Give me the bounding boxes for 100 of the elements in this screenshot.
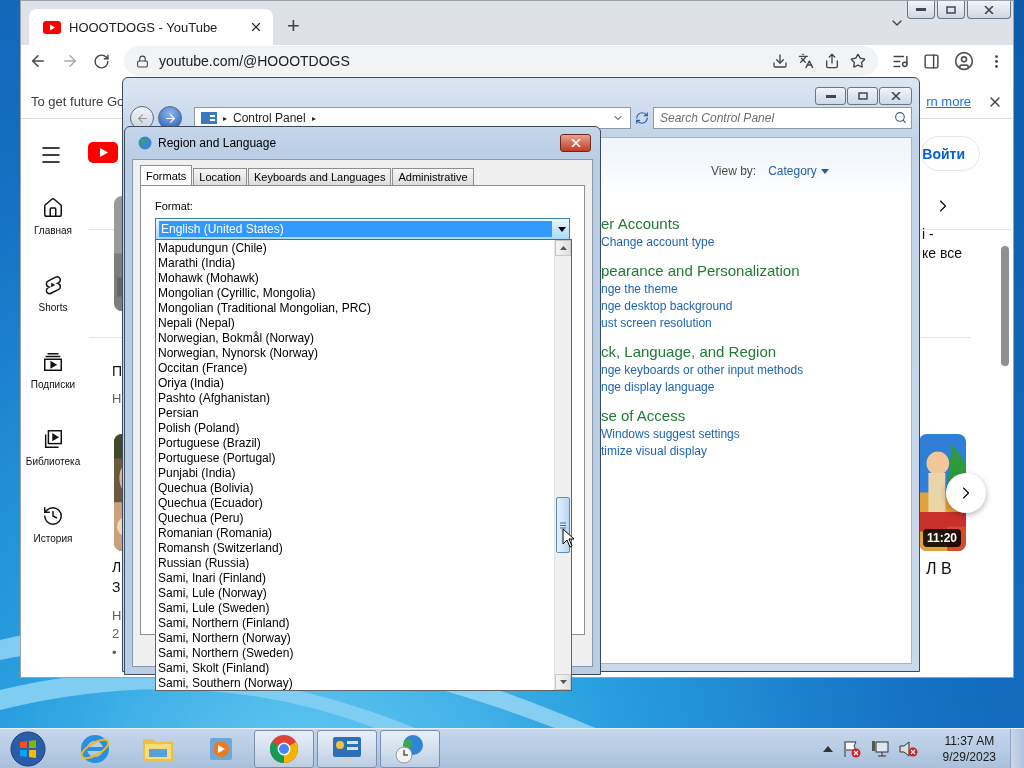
category-heading[interactable]: ck, Language, and Region bbox=[601, 342, 911, 362]
sidebar-item[interactable]: Главная bbox=[33, 197, 73, 236]
close-button[interactable] bbox=[879, 87, 912, 105]
address-bar[interactable]: youtube.com/@HOOOTDOGS bbox=[124, 46, 878, 76]
list-option[interactable]: Sami, Northern (Sweden) bbox=[158, 646, 552, 661]
side-panel-icon[interactable] bbox=[923, 52, 940, 70]
video-title: П bbox=[112, 363, 123, 379]
sidebar-item[interactable]: Подписки bbox=[30, 351, 76, 390]
translate-icon[interactable] bbox=[798, 53, 814, 69]
tab[interactable]: Formats bbox=[140, 165, 193, 185]
share-icon[interactable] bbox=[824, 53, 840, 69]
video-meta: 2 bbox=[112, 626, 120, 641]
list-option[interactable]: Mohawk (Mohawk) bbox=[158, 271, 552, 286]
tab[interactable]: Location bbox=[193, 168, 247, 185]
new-tab-button[interactable]: + bbox=[283, 13, 304, 39]
sidebar-item[interactable]: Библиотека bbox=[25, 428, 81, 467]
list-option[interactable]: Quechua (Peru) bbox=[158, 511, 552, 526]
taskbar-app[interactable] bbox=[317, 729, 377, 768]
breadcrumb-arrow[interactable]: ▸ bbox=[311, 113, 316, 123]
task-link[interactable]: nge keyboards or other input methods bbox=[601, 362, 911, 379]
close-icon[interactable] bbox=[249, 20, 263, 34]
list-option[interactable]: Sami, Lule (Sweden) bbox=[158, 601, 552, 616]
minimize-button[interactable] bbox=[815, 87, 846, 105]
home-icon bbox=[42, 197, 64, 219]
address-bar[interactable]: ▸ Control Panel ▸ bbox=[194, 107, 631, 129]
clock[interactable]: 11:37 AM 9/29/2023 bbox=[942, 732, 996, 765]
bookmark-star-icon[interactable] bbox=[850, 53, 866, 69]
breadcrumb-item[interactable]: Control Panel bbox=[233, 111, 306, 125]
minimize-button[interactable] bbox=[907, 1, 935, 19]
category-heading[interactable]: se of Access bbox=[601, 406, 911, 426]
install-icon[interactable] bbox=[772, 53, 788, 69]
task-link[interactable]: ust screen resolution bbox=[601, 315, 911, 332]
list-option[interactable]: Quechua (Bolivia) bbox=[158, 481, 552, 496]
task-link[interactable]: nge the theme bbox=[601, 281, 911, 298]
task-link[interactable]: Windows suggest settings bbox=[601, 426, 911, 443]
breadcrumb-arrow[interactable]: ▸ bbox=[223, 113, 227, 123]
youtube-logo-icon[interactable] bbox=[88, 142, 118, 163]
taskbar-app[interactable] bbox=[254, 729, 314, 768]
youtube-favicon-icon bbox=[43, 20, 61, 34]
library-icon bbox=[42, 428, 64, 450]
browser-tab[interactable]: HOOOTDOGS - YouTube bbox=[29, 9, 273, 45]
start-button[interactable] bbox=[8, 729, 48, 768]
list-option[interactable]: Norwegian, Nynorsk (Norway) bbox=[158, 346, 552, 361]
list-option[interactable]: Sami, Skolt (Finland) bbox=[158, 661, 552, 676]
volume-muted-icon[interactable] bbox=[898, 739, 919, 758]
view-by-dropdown[interactable]: Category bbox=[768, 164, 829, 178]
list-option[interactable]: Russian (Russia) bbox=[158, 556, 552, 571]
tab[interactable]: Keyboards and Languages bbox=[247, 168, 392, 185]
list-option[interactable]: Sami, Southern (Norway) bbox=[158, 676, 552, 691]
list-option[interactable]: Portuguese (Portugal) bbox=[158, 451, 552, 466]
minimize-icon bbox=[825, 94, 836, 98]
category-heading[interactable]: pearance and Personalization bbox=[601, 261, 911, 281]
close-icon bbox=[984, 5, 994, 14]
back-icon[interactable] bbox=[29, 52, 47, 70]
search-field[interactable]: Search Control Panel bbox=[653, 107, 912, 129]
list-option[interactable]: Sami, Northern (Norway) bbox=[158, 631, 552, 646]
tab[interactable]: Administrative bbox=[392, 168, 474, 185]
list-option[interactable]: Mongolian (Cyrillic, Mongolia) bbox=[158, 286, 552, 301]
show-hidden-icons-icon[interactable] bbox=[822, 745, 833, 752]
list-option[interactable]: Sami, Inari (Finland) bbox=[158, 571, 552, 586]
reload-icon[interactable] bbox=[93, 52, 110, 70]
task-link[interactable]: nge display language bbox=[601, 379, 911, 396]
maximize-button[interactable] bbox=[847, 87, 878, 105]
close-button[interactable] bbox=[967, 1, 1011, 19]
sidebar-item[interactable]: Shorts bbox=[38, 274, 68, 313]
scroll-up-button[interactable] bbox=[555, 240, 571, 256]
list-option[interactable]: Persian bbox=[158, 406, 552, 421]
list-option[interactable]: Romanian (Romania) bbox=[158, 526, 552, 541]
close-button[interactable] bbox=[560, 134, 591, 152]
maximize-button[interactable] bbox=[937, 1, 965, 19]
list-option[interactable]: Quechua (Ecuador) bbox=[158, 496, 552, 511]
list-option[interactable]: Pashto (Afghanistan) bbox=[158, 391, 552, 406]
caret-icon bbox=[820, 168, 829, 174]
action-center-flag-icon[interactable] bbox=[842, 739, 861, 758]
list-option[interactable]: Mapudungun (Chile) bbox=[158, 241, 552, 256]
list-option[interactable]: Occitan (France) bbox=[158, 361, 552, 376]
taskbar-app[interactable] bbox=[380, 729, 440, 768]
list-option[interactable]: Marathi (India) bbox=[158, 256, 552, 271]
list-option[interactable]: Portuguese (Brazil) bbox=[158, 436, 552, 451]
next-button[interactable] bbox=[946, 473, 986, 513]
list-option[interactable]: Norwegian, Bokmål (Norway) bbox=[158, 331, 552, 346]
task-link[interactable]: timize visual display bbox=[601, 443, 911, 460]
scrollbar-thumb[interactable] bbox=[1001, 246, 1009, 366]
list-option[interactable]: Nepali (Nepal) bbox=[158, 316, 552, 331]
learn-more-link[interactable]: rn more bbox=[926, 94, 971, 109]
list-option[interactable]: Oriya (India) bbox=[158, 376, 552, 391]
sidebar-item[interactable]: История bbox=[33, 505, 73, 544]
refresh-icon[interactable] bbox=[635, 111, 649, 125]
list-option[interactable]: Polish (Poland) bbox=[158, 421, 552, 436]
profile-icon[interactable] bbox=[954, 51, 974, 71]
list-option[interactable]: Punjabi (India) bbox=[158, 466, 552, 481]
network-icon[interactable] bbox=[870, 739, 889, 758]
list-option[interactable]: Romansh (Switzerland) bbox=[158, 541, 552, 556]
list-option[interactable]: Mongolian (Traditional Mongolian, PRC) bbox=[158, 301, 552, 316]
list-option[interactable]: Sami, Northern (Finland) bbox=[158, 616, 552, 631]
scroll-down-button[interactable] bbox=[555, 674, 571, 690]
task-link[interactable]: nge desktop background bbox=[601, 298, 911, 315]
list-option[interactable]: Sami, Lule (Norway) bbox=[158, 586, 552, 601]
category-heading[interactable]: er Accounts bbox=[601, 214, 911, 234]
task-link[interactable]: Change account type bbox=[601, 234, 911, 251]
